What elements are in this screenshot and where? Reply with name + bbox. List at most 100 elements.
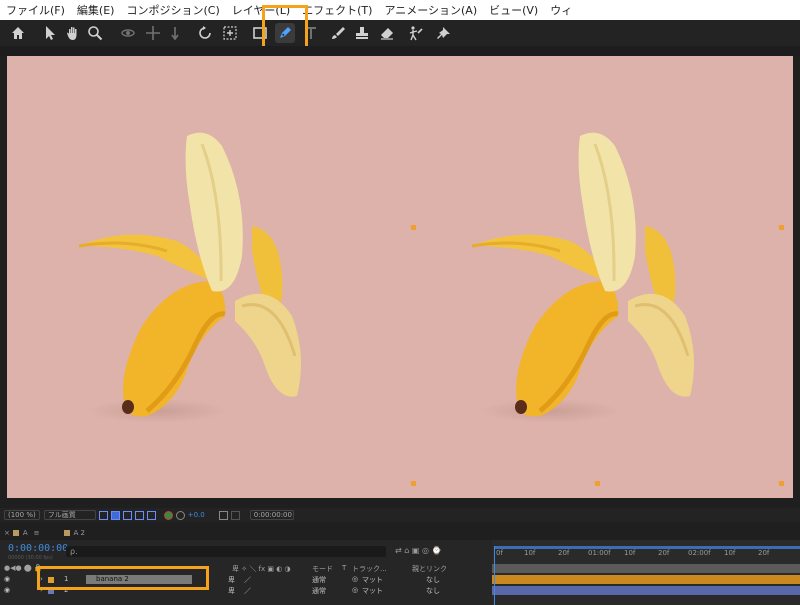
eye-icon[interactable]: ◉ bbox=[4, 575, 10, 583]
guides-icon[interactable] bbox=[134, 510, 144, 520]
ruler-tick: 20f bbox=[758, 549, 770, 557]
menu-layer[interactable]: レイヤー(L) bbox=[226, 2, 296, 18]
ruler-tick: 10f bbox=[724, 549, 736, 557]
color-channels-icon[interactable] bbox=[163, 510, 173, 520]
toolbar bbox=[0, 20, 800, 46]
matte-icon[interactable]: ◎ bbox=[352, 586, 358, 594]
matte-icon[interactable]: ◎ bbox=[352, 575, 358, 583]
ruler-tick: 10f bbox=[624, 549, 636, 557]
dolly-camera-icon[interactable] bbox=[165, 23, 185, 43]
eraser-icon[interactable] bbox=[377, 23, 397, 43]
menu-view[interactable]: ビュー(V) bbox=[483, 2, 544, 18]
region-of-interest-icon[interactable] bbox=[98, 510, 108, 520]
layer-matte[interactable]: マット bbox=[362, 586, 383, 596]
home-icon[interactable] bbox=[8, 23, 28, 43]
orbit-camera-icon[interactable] bbox=[118, 23, 138, 43]
exposure-icon[interactable] bbox=[175, 510, 185, 520]
timeline-switch-icons[interactable]: ⇄ ⌂ ▣ ◎ ⌚ bbox=[395, 546, 441, 555]
zoom-icon[interactable] bbox=[85, 23, 105, 43]
pen-icon[interactable] bbox=[275, 23, 295, 43]
layer-color-chip[interactable] bbox=[48, 577, 54, 583]
playhead[interactable] bbox=[494, 546, 495, 605]
hand-icon[interactable] bbox=[63, 23, 83, 43]
layer-row-1[interactable]: ◉ › 1 banana 2 卑 ／ 通常 ◎ マット なし bbox=[0, 575, 492, 585]
shy-icon[interactable]: 卑 bbox=[228, 586, 235, 596]
viewer-timecode[interactable]: 0:00:00:00 bbox=[249, 510, 294, 520]
banana-image bbox=[78, 132, 694, 423]
rotation-icon[interactable] bbox=[195, 23, 215, 43]
layer-parent[interactable]: なし bbox=[426, 575, 440, 585]
viewer-footer: (100 %) フル画質 +0.0 0:00:00:00 bbox=[0, 508, 800, 522]
comp-color-chip bbox=[12, 530, 19, 536]
quality-icon[interactable]: ／ bbox=[244, 586, 251, 596]
visibility-icon[interactable]: ●◀● ⬤ 🔒 bbox=[4, 564, 43, 572]
pan-camera-icon[interactable] bbox=[143, 23, 163, 43]
roto-brush-icon[interactable] bbox=[406, 23, 426, 43]
frame-info: 00000 (30.00 fps) bbox=[8, 555, 53, 561]
menu-icon[interactable]: ≡ bbox=[34, 529, 40, 537]
transform-handle[interactable] bbox=[779, 225, 784, 230]
layer-index: 2 bbox=[64, 586, 69, 594]
clone-stamp-icon[interactable] bbox=[352, 23, 372, 43]
switches-icons: 卑 ✧ ＼ fx ▣ ◐ ◑ bbox=[232, 565, 291, 573]
menu-animation[interactable]: アニメーション(A) bbox=[378, 2, 483, 18]
selection-arrow-icon[interactable] bbox=[40, 23, 60, 43]
type-icon[interactable] bbox=[301, 23, 321, 43]
transform-handle[interactable] bbox=[411, 225, 416, 230]
timeline-timecode[interactable]: 0:00:00:00 bbox=[8, 543, 68, 554]
quality-icon[interactable]: ／ bbox=[244, 575, 251, 585]
shy-icon[interactable]: 卑 bbox=[228, 575, 235, 585]
layer-parent[interactable]: なし bbox=[426, 586, 440, 596]
layer-bar-1[interactable] bbox=[492, 575, 800, 584]
timeline-column-headers: ●◀● ⬤ 🔒 卑 ✧ ＼ fx ▣ ◐ ◑ モード T トラック... 親とリ… bbox=[0, 564, 492, 574]
composition-panel-header bbox=[0, 46, 800, 56]
layer-name[interactable]: banana 2 bbox=[86, 575, 192, 584]
transparency-grid-icon[interactable] bbox=[110, 510, 120, 520]
layer-search-input[interactable]: ρ. bbox=[66, 546, 386, 557]
timeline-tabs: × A ≡ A 2 bbox=[0, 526, 800, 540]
puppet-pin-icon[interactable] bbox=[434, 23, 454, 43]
show-snapshot-icon[interactable] bbox=[230, 510, 240, 520]
timeline-tracks[interactable]: 0f 10f 20f 01:00f 10f 20f 02:00f 10f 20f bbox=[492, 540, 800, 605]
close-icon[interactable]: × bbox=[4, 529, 10, 537]
snapshot-icon[interactable] bbox=[218, 510, 228, 520]
layer-mode[interactable]: 通常 bbox=[312, 575, 326, 585]
menu-composition[interactable]: コンポジション(C) bbox=[120, 2, 225, 18]
layer-color-chip[interactable] bbox=[48, 588, 54, 594]
comp-color-chip bbox=[63, 530, 70, 536]
transform-handle[interactable] bbox=[595, 481, 600, 486]
column-track-matte: トラック... bbox=[352, 565, 387, 573]
layer-bar-2[interactable] bbox=[492, 586, 800, 595]
ruler-tick: 0f bbox=[496, 549, 503, 557]
tab-comp-a[interactable]: A bbox=[23, 529, 28, 537]
eye-icon[interactable]: ◉ bbox=[4, 586, 10, 594]
transform-handle[interactable] bbox=[411, 481, 416, 486]
time-ruler[interactable]: 0f 10f 20f 01:00f 10f 20f 02:00f 10f 20f bbox=[492, 546, 800, 560]
rectangle-icon[interactable] bbox=[250, 23, 270, 43]
zoom-dropdown[interactable]: (100 %) bbox=[4, 510, 40, 520]
column-parent-link: 親とリンク bbox=[412, 565, 447, 573]
layer-mode[interactable]: 通常 bbox=[312, 586, 326, 596]
brush-icon[interactable] bbox=[328, 23, 348, 43]
menu-effect[interactable]: エフェクト(T) bbox=[296, 2, 378, 18]
resolution-dropdown[interactable]: フル画質 bbox=[43, 510, 96, 520]
tab-comp-a2[interactable]: A 2 bbox=[74, 529, 85, 537]
banana-right bbox=[471, 132, 694, 423]
composition-viewer[interactable] bbox=[7, 56, 793, 498]
transform-handle[interactable] bbox=[779, 481, 784, 486]
menu-window[interactable]: ウィ bbox=[544, 2, 578, 18]
column-mode: モード bbox=[312, 565, 333, 573]
exposure-value[interactable]: +0.0 bbox=[188, 511, 205, 519]
layer-matte[interactable]: マット bbox=[362, 575, 383, 585]
menu-bar: ファイル(F) 編集(E) コンポジション(C) レイヤー(L) エフェクト(T… bbox=[0, 0, 800, 20]
view-layout-icon[interactable] bbox=[146, 510, 156, 520]
menu-file[interactable]: ファイル(F) bbox=[0, 2, 71, 18]
ruler-tick: 10f bbox=[524, 549, 536, 557]
mask-visibility-icon[interactable] bbox=[122, 510, 132, 520]
pan-behind-icon[interactable] bbox=[220, 23, 240, 43]
ruler-tick: 02:00f bbox=[688, 549, 711, 557]
expand-icon[interactable]: › bbox=[40, 586, 43, 594]
expand-icon[interactable]: › bbox=[40, 575, 43, 583]
layer-row-2[interactable]: ◉ › 2 卑 ／ 通常 ◎ マット なし bbox=[0, 586, 492, 596]
menu-edit[interactable]: 編集(E) bbox=[71, 2, 121, 18]
